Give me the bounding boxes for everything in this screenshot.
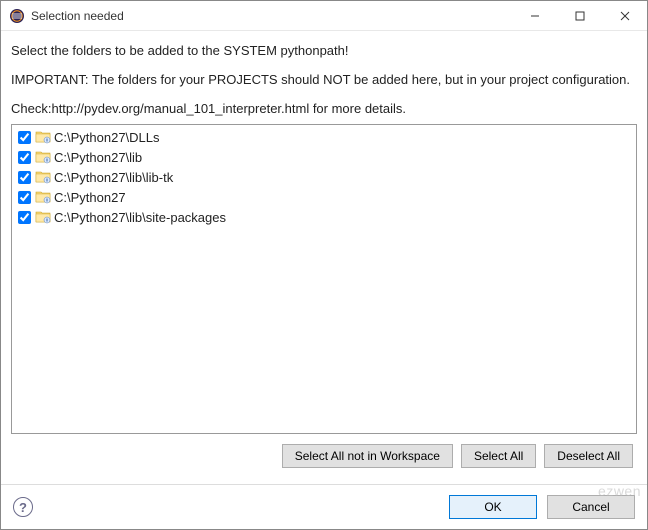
- folder-path-label: C:\Python27\lib: [54, 150, 142, 165]
- folder-icon: [35, 149, 51, 165]
- folder-icon: [35, 209, 51, 225]
- folder-checkbox[interactable]: [18, 211, 31, 224]
- folder-path-label: C:\Python27\DLLs: [54, 130, 160, 145]
- select-all-not-in-workspace-button[interactable]: Select All not in Workspace: [282, 444, 453, 468]
- footer-buttons: OK Cancel: [449, 495, 635, 519]
- folder-row[interactable]: C:\Python27: [16, 187, 632, 207]
- select-all-button[interactable]: Select All: [461, 444, 536, 468]
- ok-button[interactable]: OK: [449, 495, 537, 519]
- help-label: ?: [19, 500, 27, 515]
- cancel-button[interactable]: Cancel: [547, 495, 635, 519]
- folder-icon: [35, 129, 51, 145]
- folder-checkbox[interactable]: [18, 131, 31, 144]
- folder-listbox[interactable]: C:\Python27\DLLs C:\Python27\lib C:\Pyth…: [11, 124, 637, 434]
- folder-checkbox[interactable]: [18, 191, 31, 204]
- window-title: Selection needed: [31, 9, 512, 23]
- minimize-button[interactable]: [512, 1, 557, 30]
- maximize-button[interactable]: [557, 1, 602, 30]
- folder-path-label: C:\Python27: [54, 190, 126, 205]
- folder-path-label: C:\Python27\lib\lib-tk: [54, 170, 173, 185]
- important-text: IMPORTANT: The folders for your PROJECTS…: [11, 72, 637, 87]
- folder-row[interactable]: C:\Python27\lib\lib-tk: [16, 167, 632, 187]
- content-area: Select the folders to be added to the SY…: [1, 31, 647, 484]
- eclipse-icon: [9, 8, 25, 24]
- instruction-text: Select the folders to be added to the SY…: [11, 43, 637, 58]
- folder-path-label: C:\Python27\lib\site-packages: [54, 210, 226, 225]
- folder-icon: [35, 189, 51, 205]
- help-icon[interactable]: ?: [13, 497, 33, 517]
- folder-row[interactable]: C:\Python27\lib\site-packages: [16, 207, 632, 227]
- folder-checkbox[interactable]: [18, 171, 31, 184]
- selection-button-row: Select All not in Workspace Select All D…: [11, 444, 637, 476]
- dialog-window: Selection needed Select the folders to b…: [0, 0, 648, 530]
- folder-icon: [35, 169, 51, 185]
- check-details-text: Check:http://pydev.org/manual_101_interp…: [11, 101, 637, 116]
- folder-checkbox[interactable]: [18, 151, 31, 164]
- folder-row[interactable]: C:\Python27\DLLs: [16, 127, 632, 147]
- titlebar: Selection needed: [1, 1, 647, 31]
- folder-row[interactable]: C:\Python27\lib: [16, 147, 632, 167]
- footer: ? OK Cancel: [1, 484, 647, 529]
- close-button[interactable]: [602, 1, 647, 30]
- deselect-all-button[interactable]: Deselect All: [544, 444, 633, 468]
- window-controls: [512, 1, 647, 30]
